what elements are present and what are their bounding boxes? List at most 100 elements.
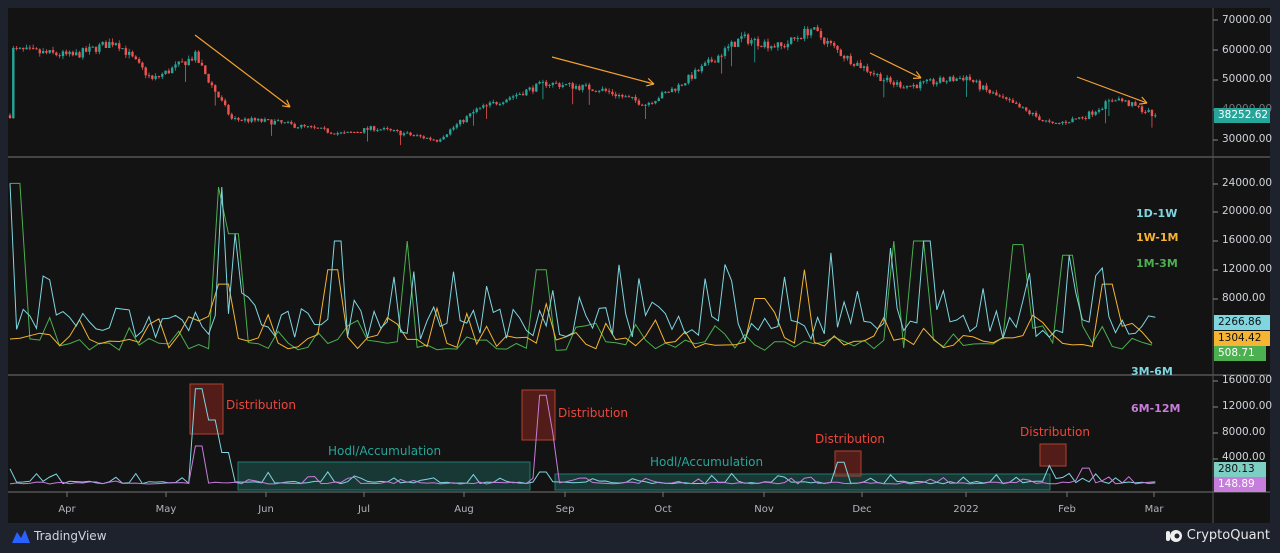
price-candle: [31, 47, 35, 49]
price-candle: [796, 38, 799, 40]
price-candle: [118, 43, 121, 49]
price-candle: [253, 118, 257, 121]
price-candle: [829, 40, 833, 44]
price-candle: [362, 128, 366, 133]
price-tick: 50000.00: [1222, 73, 1273, 85]
price-candle: [369, 126, 372, 130]
price-candle: [12, 47, 15, 119]
price-candle: [727, 46, 730, 49]
price-candle: [1094, 111, 1097, 115]
price-candle: [326, 128, 329, 133]
annotation-distribution: Distribution: [558, 406, 629, 420]
price-candle: [574, 86, 578, 89]
x-tick: Jun: [258, 504, 274, 515]
price-candle: [634, 96, 637, 101]
x-tick: Apr: [58, 504, 76, 515]
price-candle: [938, 77, 942, 83]
price-candle: [406, 132, 409, 134]
price-candle: [915, 84, 919, 89]
price-candle: [654, 100, 657, 104]
price-candle: [541, 81, 545, 83]
price-candle: [1114, 100, 1117, 102]
price-candle: [1071, 118, 1074, 123]
price-candle: [561, 85, 564, 87]
price-candle: [995, 92, 998, 96]
price-candle: [366, 128, 369, 130]
annotation-hodl: Hodl/Accumulation: [650, 455, 764, 469]
price-candle: [257, 118, 260, 121]
price-candle: [290, 121, 293, 124]
price-candle: [545, 81, 548, 86]
price-candle: [349, 131, 353, 133]
price-candle: [468, 113, 472, 117]
price-candle: [846, 55, 849, 59]
price-candle: [25, 47, 28, 50]
price-candle: [48, 50, 51, 53]
price-candle: [458, 119, 462, 125]
price-candle: [475, 108, 478, 113]
price-candle: [164, 70, 167, 74]
price-candle: [554, 82, 558, 84]
price-candle: [601, 88, 604, 91]
annotation-distribution: Distribution: [1020, 425, 1091, 439]
price-candle: [932, 79, 935, 85]
price-candle: [204, 65, 207, 74]
price-candle: [101, 42, 104, 45]
price-candle: [842, 55, 846, 59]
price-candle: [313, 126, 316, 128]
price-candle: [624, 96, 627, 98]
price-candle: [144, 67, 147, 76]
price-candle: [1104, 101, 1107, 109]
price-tick: 60000.00: [1222, 44, 1273, 56]
price-candle: [985, 85, 988, 90]
mt-tick: 16000.00: [1222, 374, 1273, 386]
price-candle: [359, 132, 363, 134]
price-candle: [310, 126, 313, 128]
price-candle: [1015, 102, 1018, 105]
price-candle: [766, 41, 770, 49]
price-candle: [905, 85, 909, 88]
tradingview-logo[interactable]: TradingView: [12, 529, 107, 543]
price-candle: [1107, 100, 1111, 102]
price-candle: [1097, 109, 1101, 112]
price-candle: [756, 38, 760, 47]
price-candle: [674, 88, 677, 91]
price-candle: [273, 120, 276, 125]
price-candle: [594, 90, 598, 92]
price-candle: [343, 132, 346, 134]
price-candle: [425, 137, 429, 139]
price-candle: [1064, 121, 1068, 123]
price-candle: [720, 55, 723, 57]
price-candle: [813, 27, 816, 30]
price-candle: [1130, 102, 1134, 106]
price-candle: [1120, 98, 1124, 102]
chart-canvas[interactable]: [0, 0, 1280, 553]
price-candle: [55, 52, 58, 56]
price-candle: [22, 47, 25, 50]
price-candle: [650, 102, 654, 104]
price-candle: [786, 43, 790, 48]
price-candle: [1028, 110, 1031, 115]
price-candle: [584, 84, 588, 86]
price-candle: [558, 83, 561, 87]
price-candle: [91, 46, 94, 48]
price-candle: [852, 64, 856, 66]
price-candle: [449, 129, 452, 135]
price-candle: [928, 79, 932, 81]
price-candle: [780, 42, 783, 47]
price-candle: [647, 102, 651, 105]
price-candle: [819, 31, 823, 38]
mt-tick: 8000.00: [1222, 426, 1266, 438]
price-candle: [988, 89, 991, 93]
price-candle: [210, 82, 214, 86]
price-candle: [263, 119, 267, 122]
price-candle: [1134, 102, 1137, 106]
price-candle: [141, 62, 144, 68]
price-candle: [485, 105, 488, 107]
price-candle: [962, 78, 965, 81]
price-candle: [306, 126, 310, 128]
price-candle: [945, 81, 948, 83]
price-candle: [220, 97, 224, 101]
price-candle: [1011, 100, 1015, 103]
price-candle: [190, 58, 194, 61]
